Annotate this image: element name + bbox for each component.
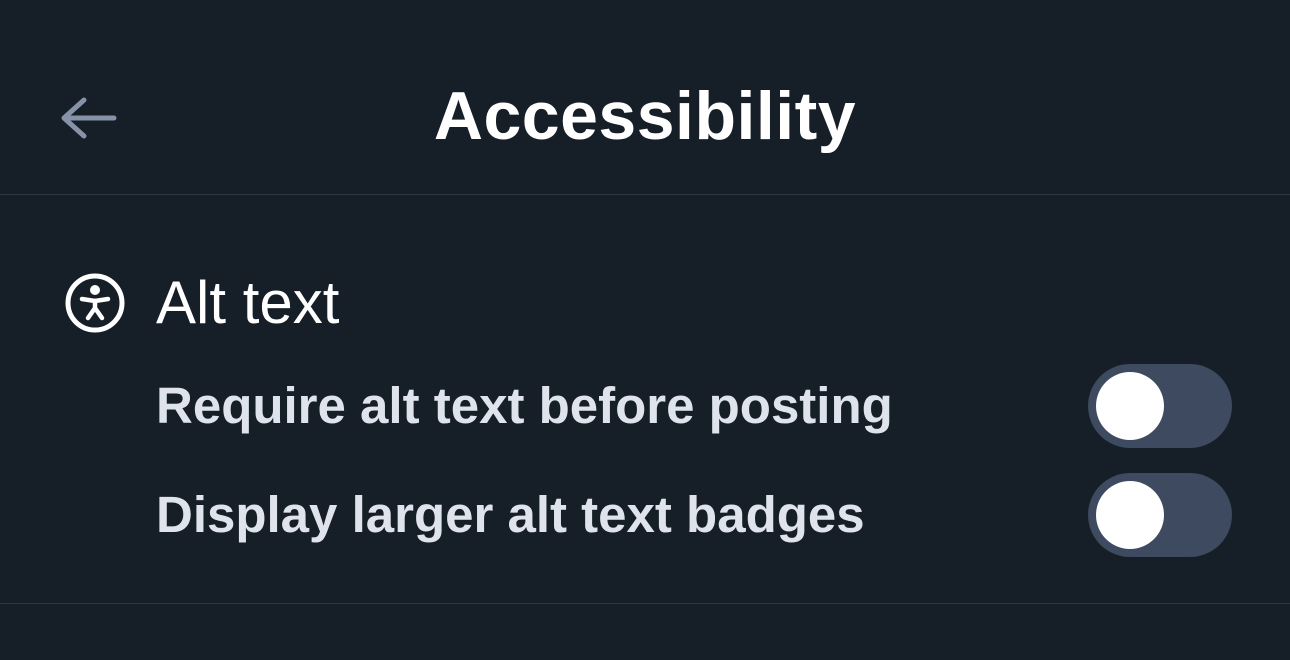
accessibility-settings-screen: Accessibility Alt text Require alt text … (0, 0, 1290, 660)
setting-label-larger-alt-badges: Display larger alt text badges (156, 486, 865, 543)
header-bar: Accessibility (0, 0, 1290, 195)
toggle-knob (1096, 481, 1164, 549)
section-title: Alt text (156, 269, 340, 336)
require-alt-text-toggle[interactable] (1088, 364, 1232, 448)
alt-text-section: Alt text Require alt text before posting… (0, 196, 1290, 604)
setting-row-larger-alt-badges: Display larger alt text badges (156, 472, 1232, 558)
page-title: Accessibility (433, 78, 857, 154)
accessibility-icon (64, 272, 126, 334)
setting-row-require-alt-text: Require alt text before posting (156, 363, 1232, 449)
setting-label-require-alt-text: Require alt text before posting (156, 377, 893, 434)
section-header: Alt text (64, 268, 339, 338)
larger-alt-badges-toggle[interactable] (1088, 473, 1232, 557)
toggle-knob (1096, 372, 1164, 440)
